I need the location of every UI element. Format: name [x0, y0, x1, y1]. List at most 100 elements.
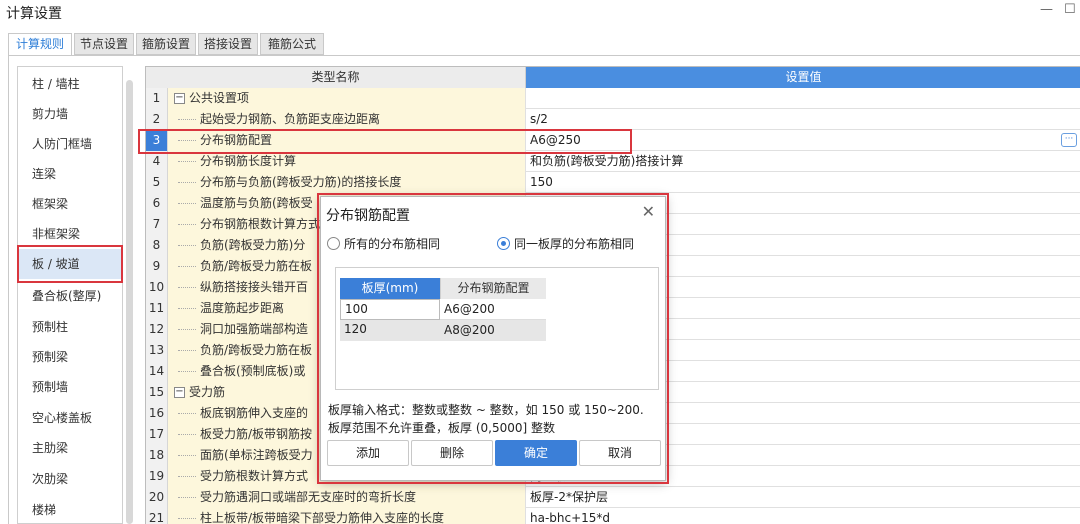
- minimize-icon[interactable]: —: [1040, 2, 1053, 17]
- tab-calc-rules[interactable]: 计算规则: [8, 33, 72, 56]
- tree-connector: [178, 350, 196, 351]
- row-value-cell[interactable]: [526, 88, 1080, 109]
- grid-row[interactable]: 4 分布钢筋长度计算 和负筋(跨板受力筋)搭接计算: [146, 151, 1080, 172]
- category-item[interactable]: 楼梯: [18, 495, 122, 523]
- category-item[interactable]: 预制柱: [18, 312, 122, 342]
- category-item[interactable]: 空心楼盖板: [18, 403, 122, 433]
- row-name-label: 板受力筋/板带钢筋按: [200, 427, 313, 441]
- ellipsis-icon[interactable]: ···: [1061, 133, 1077, 147]
- column-header-value: 设置值: [526, 67, 1080, 88]
- category-item[interactable]: 框架梁: [18, 189, 122, 219]
- row-number: 11: [146, 298, 168, 319]
- row-name-label: 分布钢筋长度计算: [200, 154, 297, 168]
- row-number: 10: [146, 277, 168, 298]
- row-name-label: 面筋(单标注跨板受力: [200, 448, 313, 462]
- row-number: 4: [146, 151, 168, 172]
- row-name-label: 受力筋: [189, 385, 226, 399]
- tree-connector: [178, 497, 196, 498]
- tab-lap-settings[interactable]: 搭接设置: [198, 33, 258, 55]
- row-value-text: 150: [530, 175, 553, 189]
- row-name-cell: 分布钢筋长度计算: [168, 151, 526, 172]
- row-number: 18: [146, 445, 168, 466]
- row-name-label: 分布筋与负筋(跨板受力筋)的搭接长度: [200, 175, 402, 189]
- tree-connector: [178, 455, 196, 456]
- row-number: 6: [146, 193, 168, 214]
- tab-stirrup-formula[interactable]: 箍筋公式: [260, 33, 324, 55]
- tree-connector: [178, 119, 196, 120]
- category-item[interactable]: 叠合板(整厚): [18, 281, 122, 311]
- row-name-label: 分布钢筋根数计算方式: [200, 217, 321, 231]
- tree-connector: [178, 308, 196, 309]
- row-name-label: 负筋/跨板受力筋在板: [200, 343, 313, 357]
- row-number: 14: [146, 361, 168, 382]
- row-number: 16: [146, 403, 168, 424]
- category-item[interactable]: 预制梁: [18, 342, 122, 372]
- row-number: 1: [146, 88, 168, 109]
- tree-connector: [178, 518, 196, 519]
- highlight-box-category: [17, 245, 123, 283]
- category-item[interactable]: 主肋梁: [18, 433, 122, 463]
- row-number: 17: [146, 424, 168, 445]
- row-number: 12: [146, 319, 168, 340]
- collapse-icon[interactable]: −: [174, 93, 185, 104]
- column-header-number: [146, 67, 168, 88]
- row-value-cell[interactable]: 板厚-2*保护层: [526, 487, 1080, 508]
- row-number: 19: [146, 466, 168, 487]
- tab-stirrup-settings[interactable]: 箍筋设置: [136, 33, 196, 55]
- category-list: 柱 / 墙柱 剪力墙 人防门框墙 连梁 框架梁 非框架梁 板 / 坡道 叠合板(…: [17, 66, 123, 524]
- category-item[interactable]: 次肋梁: [18, 464, 122, 494]
- title-bar: 计算设置 — ☐: [0, 0, 1080, 30]
- grid-group-row[interactable]: 1− 公共设置项: [146, 88, 1080, 109]
- row-value-cell[interactable]: s/2: [526, 109, 1080, 130]
- row-name-cell: − 公共设置项: [168, 88, 526, 109]
- row-name-cell: 分布筋与负筋(跨板受力筋)的搭接长度: [168, 172, 526, 193]
- tree-connector: [178, 182, 196, 183]
- tree-connector: [178, 476, 196, 477]
- row-number: 13: [146, 340, 168, 361]
- highlight-box-row: [138, 129, 632, 154]
- row-name-label: 受力筋遇洞口或端部无支座时的弯折长度: [200, 490, 417, 504]
- tree-connector: [178, 203, 196, 204]
- row-name-label: 纵筋搭接接头错开百: [200, 280, 309, 294]
- row-name-cell: 柱上板带/板带暗梁下部受力筋伸入支座的长度: [168, 508, 526, 524]
- tree-connector: [178, 434, 196, 435]
- category-scrollbar[interactable]: [126, 80, 133, 524]
- row-number: 7: [146, 214, 168, 235]
- tab-node-settings[interactable]: 节点设置: [74, 33, 134, 55]
- row-name-label: 温度筋起步距离: [200, 301, 285, 315]
- row-name-label: 洞口加强筋端部构造: [200, 322, 309, 336]
- row-name-cell: 起始受力钢筋、负筋距支座边距离: [168, 109, 526, 130]
- row-value-cell[interactable]: 和负筋(跨板受力筋)搭接计算: [526, 151, 1080, 172]
- row-value-text: ha-bhc+15*d: [530, 511, 611, 524]
- grid-row[interactable]: 2 起始受力钢筋、负筋距支座边距离 s/2: [146, 109, 1080, 130]
- category-item[interactable]: 剪力墙: [18, 99, 122, 129]
- category-item[interactable]: 人防门框墙: [18, 129, 122, 159]
- tree-connector: [178, 161, 196, 162]
- row-value-text: s/2: [530, 112, 548, 126]
- row-number: 2: [146, 109, 168, 130]
- tree-connector: [178, 371, 196, 372]
- category-item[interactable]: 预制墙: [18, 372, 122, 402]
- collapse-icon[interactable]: −: [174, 387, 185, 398]
- row-value-text: 和负筋(跨板受力筋)搭接计算: [530, 154, 684, 168]
- row-name-label: 负筋(跨板受力筋)分: [200, 238, 306, 252]
- category-item[interactable]: 连梁: [18, 159, 122, 189]
- category-item[interactable]: 柱 / 墙柱: [18, 69, 122, 99]
- highlight-box-dialog: [317, 193, 669, 484]
- grid-row[interactable]: 20 受力筋遇洞口或端部无支座时的弯折长度 板厚-2*保护层: [146, 487, 1080, 508]
- row-number: 8: [146, 235, 168, 256]
- row-number: 9: [146, 256, 168, 277]
- row-value-cell[interactable]: ha-bhc+15*d: [526, 508, 1080, 524]
- row-value-cell[interactable]: 150: [526, 172, 1080, 193]
- row-name-label: 公共设置项: [189, 91, 250, 105]
- tree-connector: [178, 245, 196, 246]
- tree-connector: [178, 413, 196, 414]
- window-title: 计算设置: [6, 6, 62, 22]
- tree-connector: [178, 266, 196, 267]
- row-name-label: 柱上板带/板带暗梁下部受力筋伸入支座的长度: [200, 511, 445, 524]
- maximize-icon[interactable]: ☐: [1064, 2, 1076, 17]
- grid-row[interactable]: 5 分布筋与负筋(跨板受力筋)的搭接长度 150: [146, 172, 1080, 193]
- row-name-label: 负筋/跨板受力筋在板: [200, 259, 313, 273]
- grid-row[interactable]: 21 柱上板带/板带暗梁下部受力筋伸入支座的长度 ha-bhc+15*d: [146, 508, 1080, 524]
- row-name-label: 起始受力钢筋、负筋距支座边距离: [200, 112, 381, 126]
